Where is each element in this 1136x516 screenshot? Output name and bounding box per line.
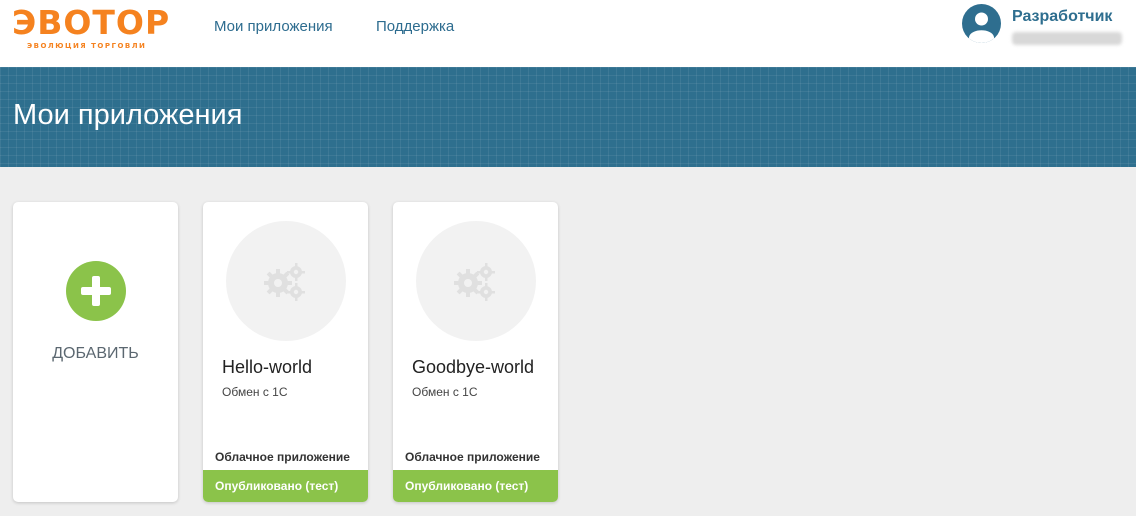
page-banner: Мои приложения — [0, 67, 1136, 167]
add-app-label: ДОБАВИТЬ — [52, 345, 139, 362]
status-badge: Опубликовано (тест) — [393, 470, 558, 502]
plus-icon — [66, 261, 126, 321]
page-title: Мои приложения — [13, 99, 243, 131]
status-label: Опубликовано (тест) — [405, 479, 529, 493]
nav-link-support[interactable]: Поддержка — [376, 18, 454, 35]
app-type: Облачное приложение — [405, 450, 540, 464]
gears-icon — [416, 221, 536, 341]
user-avatar-icon[interactable] — [962, 4, 1001, 43]
app-name: Goodbye-world — [412, 357, 535, 377]
gears-icon — [226, 221, 346, 341]
app-name: Hello-world — [222, 357, 313, 377]
app-card[interactable]: Hello-world Обмен с 1С Облачное приложен… — [203, 202, 368, 502]
app-description: Обмен с 1С — [222, 385, 288, 399]
app-description: Обмен с 1С — [412, 385, 478, 399]
brand-logo[interactable]: ЭВОТОР ЭВОЛЮЦИЯ ТОРГОВЛИ — [12, 6, 169, 52]
user-email-redacted — [1012, 32, 1122, 45]
user-name[interactable]: Разработчик — [1012, 8, 1112, 26]
app-type: Облачное приложение — [215, 450, 350, 464]
add-app-card[interactable]: ДОБАВИТЬ — [13, 202, 178, 502]
logo-tagline: ЭВОЛЮЦИЯ ТОРГОВЛИ — [27, 42, 147, 50]
status-label: Опубликовано (тест) — [215, 479, 339, 493]
app-card[interactable]: Goodbye-world Обмен с 1С Облачное прилож… — [393, 202, 558, 502]
logo-wordmark: ЭВОТОР — [12, 3, 171, 42]
nav-link-my-apps[interactable]: Мои приложения — [214, 18, 333, 35]
top-header: ЭВОТОР ЭВОЛЮЦИЯ ТОРГОВЛИ Мои приложения … — [0, 0, 1136, 67]
status-badge: Опубликовано (тест) — [203, 470, 368, 502]
